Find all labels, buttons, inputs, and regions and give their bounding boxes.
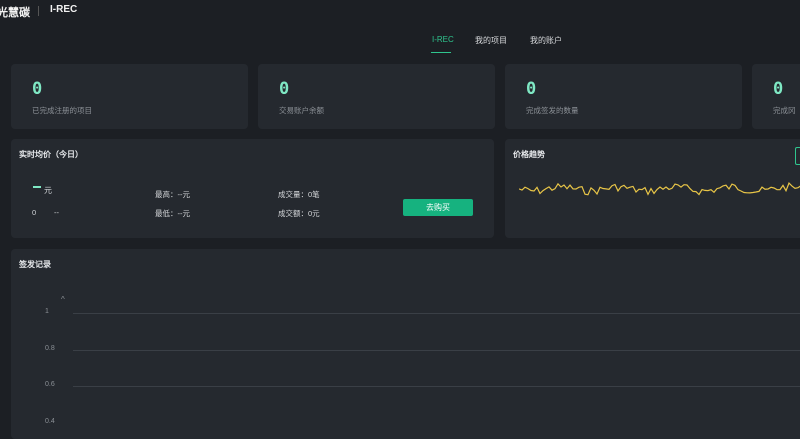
price-change-percent: -- [54, 208, 59, 217]
stat-label: 已完成注册的项目 [32, 106, 92, 115]
stat-label: 完成签发的数量 [526, 106, 579, 115]
y-tick-label: 0.8 [45, 345, 55, 352]
trade-volume: 成交量：0笔 [278, 190, 320, 199]
low-price: 最低：--元 [155, 209, 190, 218]
stat-card-registered-projects: 0 已完成注册的项目 [11, 64, 248, 129]
issuance-record-panel: 签发记录 ^ 1 0.8 0.6 0.4 [11, 249, 800, 439]
main-nav: I-REC 我的项目 我的账户 [0, 22, 800, 58]
price-trend-panel: 价格趋势 [505, 139, 800, 238]
y-axis-arrow: ^ [61, 295, 65, 304]
stat-value: 0 [526, 79, 537, 99]
panel-title: 签发记录 [19, 260, 51, 269]
tab-irec[interactable]: I-REC [432, 35, 454, 44]
product-name: I-REC [50, 4, 78, 15]
brand-logo[interactable]: 光慧碳 [0, 4, 30, 20]
active-tab-indicator [431, 52, 451, 53]
stat-card-partial: 0 完成冈 [752, 64, 800, 129]
price-unit: 元 [44, 186, 52, 195]
top-bar: 光慧碳 I-REC [0, 0, 800, 22]
stat-card-issued-quantity: 0 完成签发的数量 [505, 64, 742, 129]
y-tick-label: 0.4 [45, 418, 55, 425]
tab-my-account[interactable]: 我的账户 [530, 35, 562, 46]
panel-title: 价格趋势 [513, 150, 545, 159]
stat-card-account-balance: 0 交易账户余额 [258, 64, 495, 129]
panel-title: 实时均价（今日） [19, 150, 83, 159]
gridline [73, 386, 800, 387]
price-placeholder [33, 186, 41, 188]
high-price: 最高：--元 [155, 190, 190, 199]
price-change-value: 0 [32, 208, 37, 217]
gridline [73, 313, 800, 314]
stat-value: 0 [773, 79, 784, 99]
y-tick-label: 1 [45, 308, 49, 315]
stat-label: 完成冈 [773, 106, 796, 115]
period-toggle[interactable] [795, 147, 800, 165]
trade-amount: 成交额：0元 [278, 209, 320, 218]
stat-value: 0 [279, 79, 290, 99]
buy-button[interactable]: 去购买 [403, 199, 473, 216]
stat-label: 交易账户余额 [279, 106, 324, 115]
tab-my-projects[interactable]: 我的项目 [475, 35, 507, 46]
price-trend-sparkline [519, 182, 800, 196]
realtime-price-panel: 实时均价（今日） 元 0 -- 最高：--元 最低：--元 成交量：0笔 成交额… [11, 139, 494, 238]
stat-value: 0 [32, 79, 43, 99]
header-divider [38, 6, 39, 16]
gridline [73, 350, 800, 351]
y-tick-label: 0.6 [45, 381, 55, 388]
